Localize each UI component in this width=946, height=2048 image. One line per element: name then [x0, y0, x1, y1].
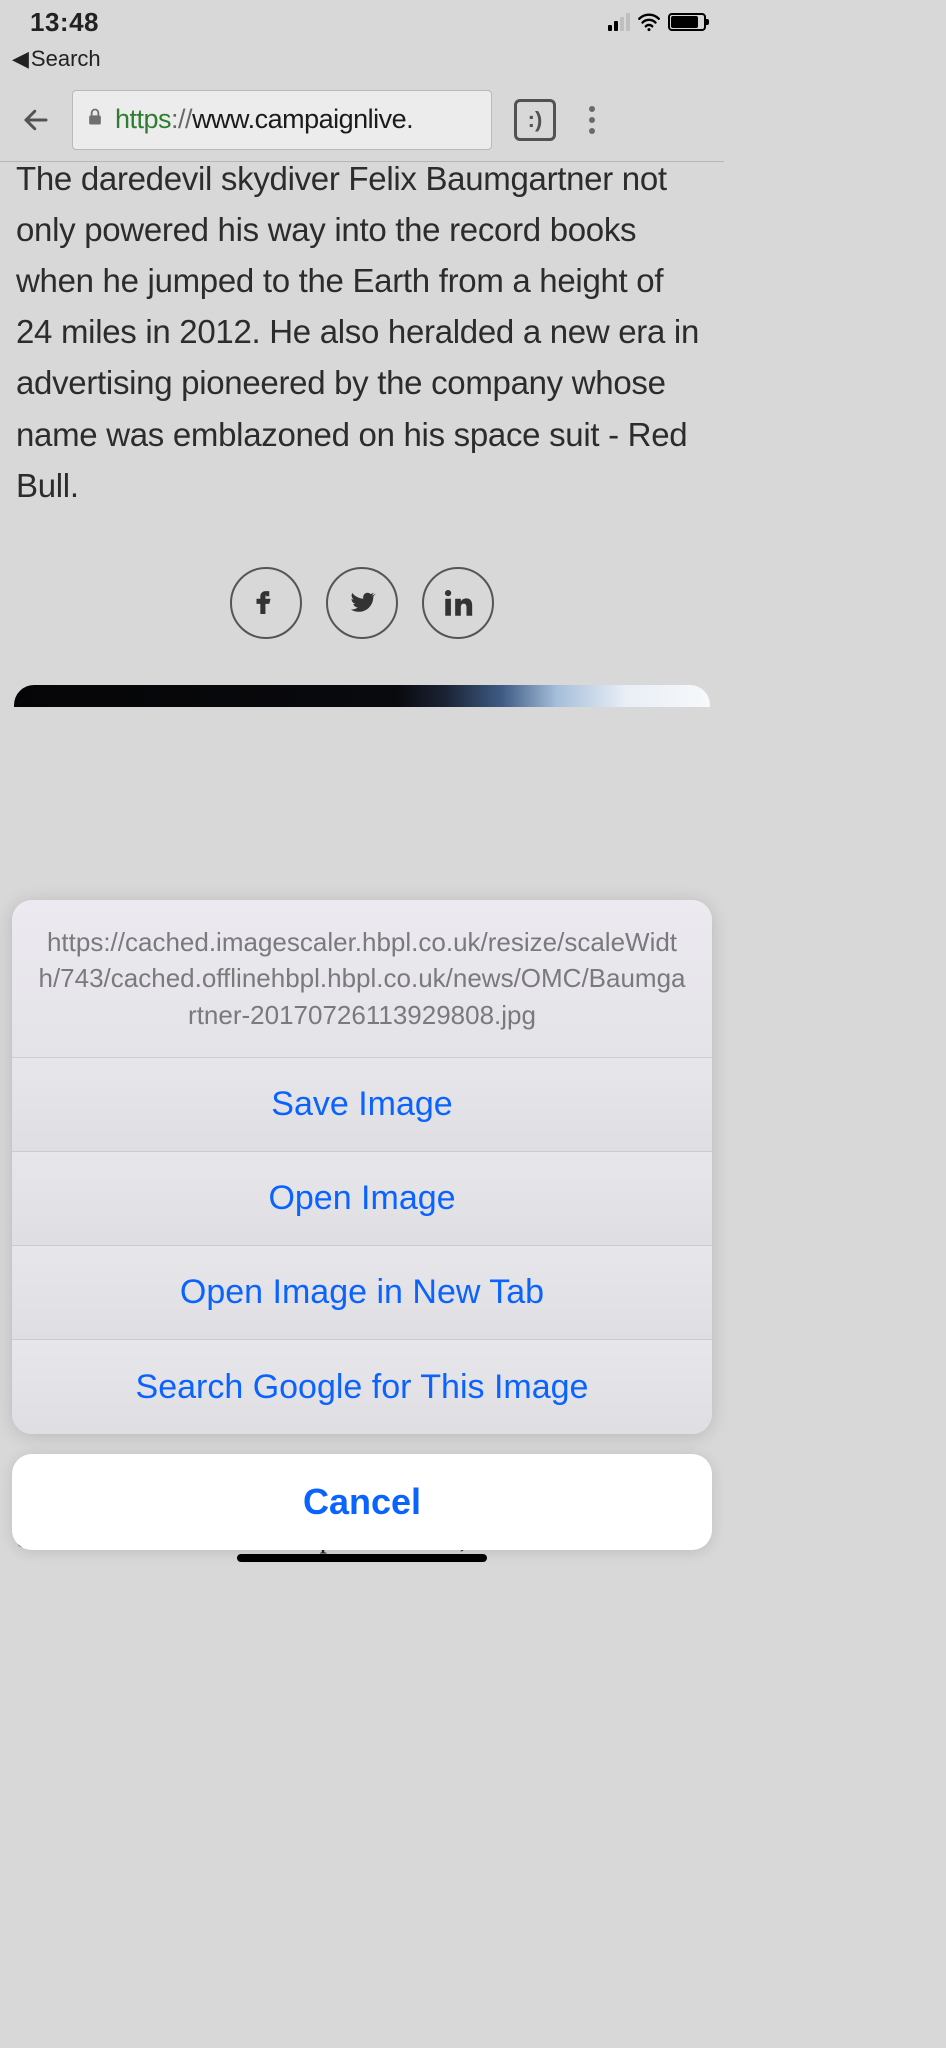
twitter-icon [345, 586, 379, 620]
tab-switcher-button[interactable]: :) [514, 99, 556, 141]
share-twitter-button[interactable] [326, 567, 398, 639]
back-button[interactable] [14, 98, 58, 142]
article-cut-line: The daredevil skydiver Felix Baumgartner… [16, 160, 708, 198]
cell-signal-icon [608, 13, 630, 31]
address-text: https://www.campaignlive. [115, 104, 413, 135]
back-to-app[interactable]: ◀ Search [0, 44, 724, 78]
action-sheet-title: https://cached.imagescaler.hbpl.co.uk/re… [12, 900, 712, 1058]
home-indicator[interactable] [237, 1554, 487, 1562]
facebook-icon [249, 586, 283, 620]
search-google-image-button[interactable]: Search Google for This Image [12, 1340, 712, 1434]
open-image-new-tab-button[interactable]: Open Image in New Tab [12, 1246, 712, 1340]
url-host: www.campaignlive. [192, 104, 413, 134]
url-scheme: https [115, 104, 171, 134]
save-image-button[interactable]: Save Image [12, 1058, 712, 1152]
cancel-button[interactable]: Cancel [12, 1454, 712, 1550]
image-action-sheet: https://cached.imagescaler.hbpl.co.uk/re… [12, 900, 712, 1434]
chevron-left-icon: ◀ [12, 46, 29, 72]
battery-icon [668, 13, 706, 31]
linkedin-icon [441, 586, 475, 620]
back-to-app-label: Search [31, 46, 101, 72]
page-content: The daredevil skydiver Felix Baumgartner… [0, 162, 724, 707]
share-linkedin-button[interactable] [422, 567, 494, 639]
article-hero-image[interactable] [14, 685, 710, 707]
open-image-button[interactable]: Open Image [12, 1152, 712, 1246]
address-bar[interactable]: https://www.campaignlive. [72, 90, 492, 150]
status-time: 13:48 [30, 7, 99, 38]
status-bar: 13:48 [0, 0, 724, 44]
social-share-row [16, 511, 708, 685]
status-right-cluster [608, 9, 706, 35]
tab-count: :) [528, 107, 543, 133]
url-separator: :// [171, 104, 192, 134]
overflow-menu-button[interactable] [570, 98, 614, 142]
lock-icon [85, 105, 105, 134]
article-paragraph: only powered his way into the record boo… [16, 200, 708, 511]
share-facebook-button[interactable] [230, 567, 302, 639]
browser-toolbar: https://www.campaignlive. :) [0, 78, 724, 162]
wifi-icon [636, 9, 662, 35]
